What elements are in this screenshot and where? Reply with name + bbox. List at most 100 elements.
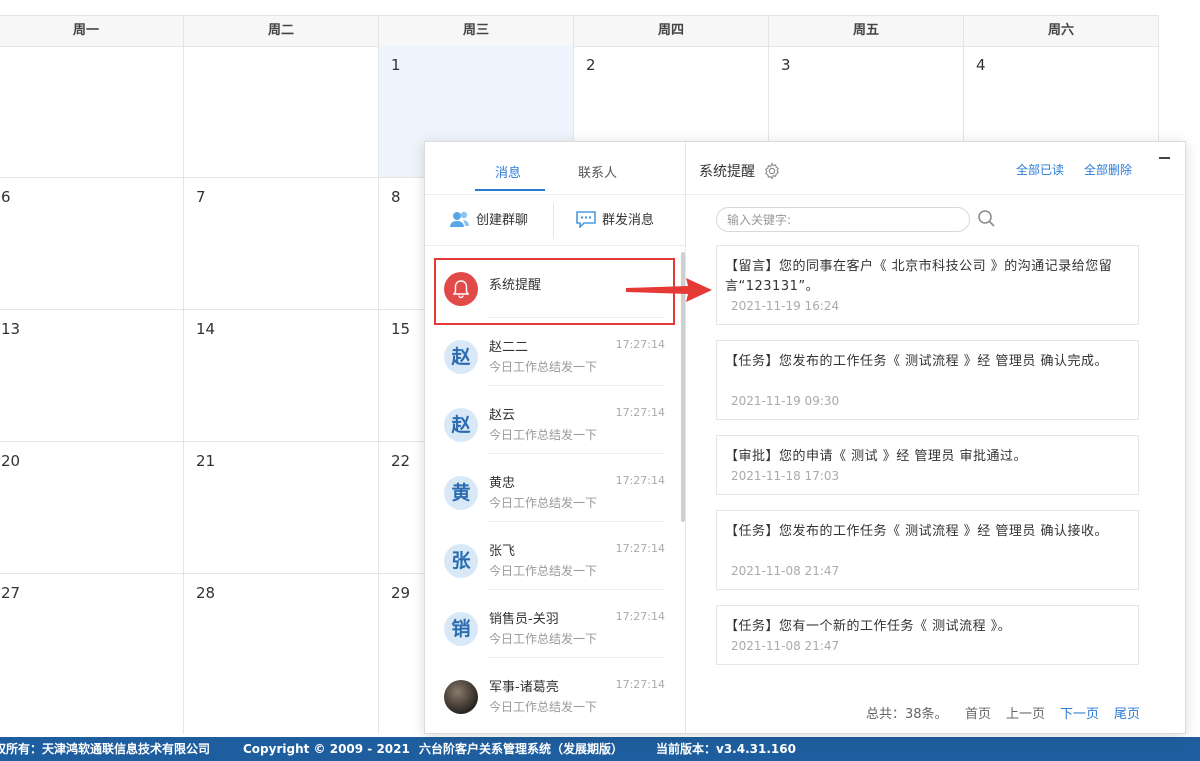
calendar-day[interactable]: 7 [184, 178, 379, 309]
message-panel: 消息 联系人 创建群聊 群发消息 系统提醒 赵 赵二二 17:27:14 今日工… [424, 141, 1186, 734]
pager-next[interactable]: 下一页 [1060, 703, 1099, 722]
conversation-name: 赵云 [489, 408, 516, 423]
conversation-time: 17:27:14 [615, 678, 665, 691]
message-card: 【任务】您有一个新的工作任务《 测试流程 》。 2021-11-08 21:47 [716, 605, 1139, 665]
message-date: 2021-11-18 17:03 [731, 469, 840, 483]
search-box [716, 207, 970, 232]
calendar-day[interactable]: 6 [0, 178, 184, 309]
day-number: 1 [391, 56, 401, 74]
item-divider [489, 521, 664, 522]
conversation-snippet: 今日工作总结发一下 [489, 428, 598, 442]
conversation-item[interactable]: 赵 赵云 17:27:14 今日工作总结发一下 [425, 392, 681, 460]
calendar-day[interactable]: 13 [0, 310, 184, 441]
day-number: 15 [391, 320, 411, 338]
tab-messages[interactable]: 消息 [495, 162, 521, 181]
weekday-mon: 周一 [0, 16, 184, 46]
group-icon [450, 211, 469, 227]
weekday-wed: 周三 [379, 16, 574, 46]
minimize-button[interactable] [1159, 150, 1171, 162]
calendar-day[interactable]: 27 [0, 574, 184, 734]
day-number: 29 [391, 584, 411, 602]
day-number: 21 [196, 452, 216, 470]
weekday-sat: 周六 [964, 16, 1159, 46]
search-icon[interactable] [977, 209, 997, 229]
day-number: 27 [1, 584, 21, 602]
weekday-thu: 周四 [574, 16, 769, 46]
tab-contacts[interactable]: 联系人 [578, 162, 617, 181]
detail-header: 系统提醒 [699, 161, 781, 181]
conversation-time: 17:27:14 [615, 542, 665, 555]
panel-tabs: 消息 联系人 [425, 142, 685, 195]
conversation-snippet: 今日工作总结发一下 [489, 564, 598, 578]
search-input[interactable] [717, 208, 957, 231]
annotation-arrow [626, 278, 712, 302]
create-group-button[interactable]: 创建群聊 [449, 209, 528, 228]
conversation-name: 张飞 [489, 544, 516, 559]
message-card: 【留言】您的同事在客户《 北京市科技公司 》的沟通记录给您留言“123131”。… [716, 245, 1139, 325]
create-group-label: 创建群聊 [476, 213, 529, 228]
item-divider [489, 589, 664, 590]
weekday-tue: 周二 [184, 16, 379, 46]
conversation-time: 17:27:14 [615, 474, 665, 487]
message-date: 2021-11-19 16:24 [731, 299, 840, 313]
day-number: 14 [196, 320, 216, 338]
conversation-time: 17:27:14 [615, 338, 665, 351]
day-number: 7 [196, 188, 206, 206]
item-divider [489, 453, 664, 454]
mark-all-read-link[interactable]: 全部已读 [1016, 161, 1064, 178]
calendar-weekday-header: 周一 周二 周三 周四 周五 周六 [0, 15, 1159, 47]
message-text: 【任务】您发布的工作任务《 测试流程 》经 管理员 确认完成。 [725, 354, 1109, 369]
footer-bar: 权所有：天津鸿软通联信息技术有限公司 Copyright © 2009 - 20… [0, 737, 1200, 761]
calendar-day[interactable]: 21 [184, 442, 379, 573]
avatar-photo [444, 680, 478, 714]
footer-version: 当前版本：v3.4.31.160 [656, 742, 796, 756]
pager-last[interactable]: 尾页 [1114, 703, 1140, 722]
day-number: 8 [391, 188, 401, 206]
day-number: 3 [781, 56, 791, 74]
message-date: 2021-11-19 09:30 [731, 394, 840, 408]
day-number: 4 [976, 56, 986, 74]
conversation-item[interactable]: 张 张飞 17:27:14 今日工作总结发一下 [425, 528, 681, 596]
day-number: 22 [391, 452, 411, 470]
conversation-item[interactable]: 军事-诸葛亮 17:27:14 今日工作总结发一下 [425, 664, 681, 732]
item-divider [489, 657, 664, 658]
detail-title: 系统提醒 [699, 164, 755, 180]
gear-icon[interactable] [763, 162, 781, 180]
message-date: 2021-11-08 21:47 [731, 564, 840, 578]
conversation-snippet: 今日工作总结发一下 [489, 700, 598, 714]
item-divider [489, 385, 664, 386]
calendar-day[interactable] [184, 46, 379, 177]
day-number: 2 [586, 56, 596, 74]
day-number: 28 [196, 584, 216, 602]
conversation-time: 17:27:14 [615, 406, 665, 419]
message-text: 【审批】您的申请《 测试 》经 管理员 审批通过。 [725, 449, 1028, 464]
conversation-item[interactable]: 黄 黄忠 17:27:14 今日工作总结发一下 [425, 460, 681, 528]
conversation-name: 销售员-关羽 [489, 612, 559, 627]
footer-product: 六台阶客户关系管理系统（发展期版） [419, 742, 624, 756]
day-number: 20 [1, 452, 21, 470]
conversation-time: 17:27:14 [615, 610, 665, 623]
calendar-day[interactable] [0, 46, 184, 177]
header-divider [686, 194, 1185, 195]
broadcast-button[interactable]: 群发消息 [575, 209, 654, 228]
message-detail: 系统提醒 全部已读 全部删除 【留言】您的同事在客户《 北京市科技公司 》的沟通… [686, 142, 1185, 733]
pager-prev[interactable]: 上一页 [1006, 703, 1045, 722]
footer-copyright: Copyright © 2009 - 2021 [243, 742, 410, 756]
day-number: 6 [1, 188, 11, 206]
avatar: 黄 [444, 476, 478, 510]
conversation-snippet: 今日工作总结发一下 [489, 632, 598, 646]
pager-first[interactable]: 首页 [965, 703, 991, 722]
calendar-day[interactable]: 20 [0, 442, 184, 573]
conversation-item[interactable]: 销 销售员-关羽 17:27:14 今日工作总结发一下 [425, 596, 681, 664]
weekday-fri: 周五 [769, 16, 964, 46]
delete-all-link[interactable]: 全部删除 [1084, 161, 1132, 178]
calendar-day[interactable]: 14 [184, 310, 379, 441]
calendar-day[interactable]: 28 [184, 574, 379, 734]
avatar: 销 [444, 612, 478, 646]
day-number: 13 [1, 320, 21, 338]
message-text: 【任务】您有一个新的工作任务《 测试流程 》。 [725, 619, 1012, 634]
message-card: 【任务】您发布的工作任务《 测试流程 》经 管理员 确认接收。 2021-11-… [716, 510, 1139, 590]
conversation-name: 军事-诸葛亮 [489, 680, 559, 695]
actions-divider [553, 203, 554, 239]
conversation-item[interactable]: 赵 赵二二 17:27:14 今日工作总结发一下 [425, 324, 681, 392]
